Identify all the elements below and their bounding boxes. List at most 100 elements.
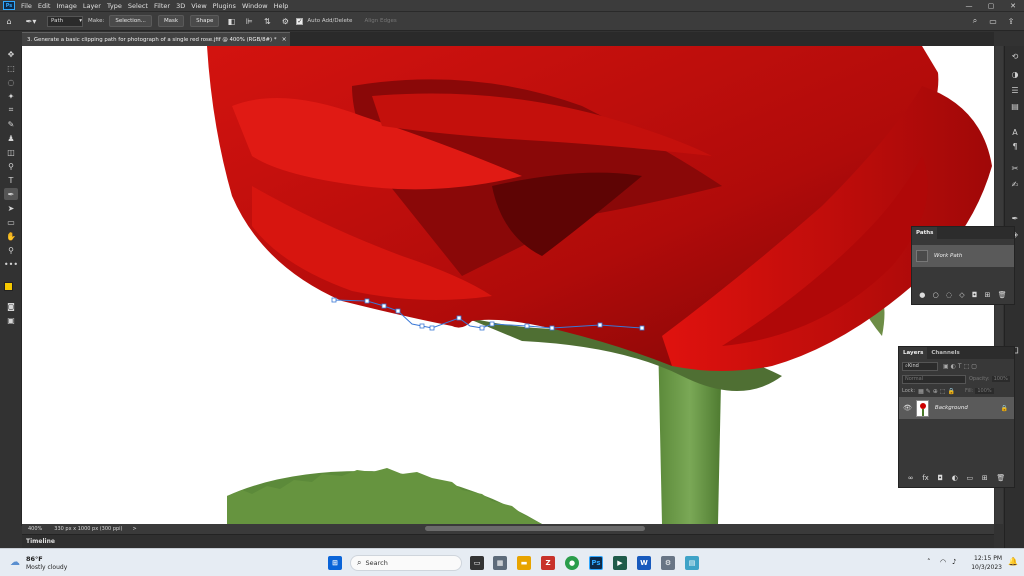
- path-selection-tool-icon[interactable]: ➤: [4, 202, 18, 214]
- add-mask-icon[interactable]: ◘: [972, 291, 978, 299]
- menu-image[interactable]: Image: [53, 2, 79, 10]
- foreground-color-swatch[interactable]: [4, 282, 13, 291]
- trash-icon[interactable]: 🗑: [998, 291, 1007, 299]
- clock-time[interactable]: 12:15 PM: [972, 555, 1002, 562]
- layer-row-background[interactable]: 👁 Background 🔒: [899, 397, 1014, 419]
- system-tray-chevron-icon[interactable]: ˄: [927, 558, 931, 566]
- menu-help[interactable]: Help: [271, 2, 292, 10]
- more-tools-icon[interactable]: •••: [4, 258, 18, 270]
- new-group-icon[interactable]: ▭: [967, 474, 974, 482]
- stroke-path-icon[interactable]: ○: [933, 291, 939, 299]
- menu-filter[interactable]: Filter: [151, 2, 173, 10]
- lock-icon[interactable]: 🔒: [1001, 405, 1008, 412]
- make-work-path-icon[interactable]: ◇: [959, 291, 964, 299]
- path-operations-icon[interactable]: ◧: [225, 15, 237, 27]
- lasso-tool-icon[interactable]: ◌: [4, 76, 18, 88]
- menu-file[interactable]: File: [18, 2, 35, 10]
- paths-icon[interactable]: ✒: [1008, 212, 1022, 224]
- tools-preset-icon[interactable]: ✂: [1008, 162, 1022, 174]
- photoshop-taskbar-icon[interactable]: Ps: [589, 556, 603, 570]
- home-icon[interactable]: ⌂: [3, 15, 15, 27]
- eraser-tool-icon[interactable]: ◫: [4, 146, 18, 158]
- make-shape-button[interactable]: Shape: [190, 15, 220, 27]
- task-view-icon[interactable]: ▭: [470, 556, 484, 570]
- file-explorer-icon[interactable]: ▬: [517, 556, 531, 570]
- maximize-button[interactable]: ▢: [980, 0, 1002, 11]
- libraries-icon[interactable]: ▤: [1008, 100, 1022, 112]
- auto-add-delete-checkbox[interactable]: ✓: [296, 17, 304, 25]
- search-icon[interactable]: ⌕: [969, 15, 981, 27]
- load-selection-icon[interactable]: ◌: [946, 291, 952, 299]
- horizontal-scrollbar[interactable]: [425, 526, 645, 531]
- document-canvas[interactable]: [22, 46, 994, 524]
- timeline-panel[interactable]: Timeline: [22, 534, 994, 548]
- tab-channels[interactable]: Channels: [927, 347, 963, 359]
- clock-date[interactable]: 10/3/2023: [970, 564, 1002, 571]
- close-icon[interactable]: ×: [282, 36, 287, 43]
- tab-paths[interactable]: Paths: [912, 227, 938, 239]
- brush-settings-icon[interactable]: ✍: [1008, 178, 1022, 190]
- brush-tool-icon[interactable]: ✎: [4, 118, 18, 130]
- move-tool-icon[interactable]: ✥: [4, 48, 18, 60]
- rectangle-tool-icon[interactable]: ▭: [4, 216, 18, 228]
- calculator-icon[interactable]: ▦: [493, 556, 507, 570]
- zoom-level[interactable]: 400%: [22, 526, 48, 532]
- tool-mode-select[interactable]: Path ▾: [47, 15, 83, 27]
- fill-path-icon[interactable]: ●: [919, 291, 925, 299]
- type-tool-icon[interactable]: T: [4, 174, 18, 186]
- minimize-button[interactable]: —: [958, 0, 980, 11]
- eye-icon[interactable]: 👁: [903, 404, 912, 412]
- adjustment-layer-icon[interactable]: ◐: [952, 474, 958, 482]
- path-alignment-icon[interactable]: ⊫: [243, 15, 255, 27]
- zoom-tool-icon[interactable]: ⚲: [4, 244, 18, 256]
- settings-icon[interactable]: ⚙: [661, 556, 675, 570]
- layer-filter-kind[interactable]: ⌕ Kind: [902, 361, 938, 371]
- word-icon[interactable]: W: [637, 556, 651, 570]
- weather-temperature[interactable]: 86°F: [26, 555, 43, 563]
- stamp-tool-icon[interactable]: ♟: [4, 132, 18, 144]
- character-icon[interactable]: A: [1008, 126, 1022, 138]
- layer-filter-icons[interactable]: ▣◐T⬚▢: [943, 363, 979, 370]
- menu-plugins[interactable]: Plugins: [210, 2, 239, 10]
- lock-icons[interactable]: ▦✎⊕⬚🔒: [918, 388, 957, 395]
- crop-tool-icon[interactable]: ⌗: [4, 104, 18, 116]
- weather-condition[interactable]: Mostly cloudy: [26, 564, 67, 571]
- document-tab[interactable]: 3. Generate a basic clipping path for ph…: [22, 32, 290, 46]
- path-arrangement-icon[interactable]: ⇅: [261, 15, 273, 27]
- chrome-icon[interactable]: ●: [565, 556, 579, 570]
- path-row-work-path[interactable]: Work Path: [912, 245, 1014, 267]
- filezilla-icon[interactable]: Z: [541, 556, 555, 570]
- marquee-tool-icon[interactable]: ⬚: [4, 62, 18, 74]
- quick-mask-icon[interactable]: ◙: [4, 300, 18, 312]
- share-icon[interactable]: ⇪: [1005, 15, 1017, 27]
- blend-mode-select[interactable]: Normal: [902, 374, 966, 384]
- pen-tool-icon[interactable]: ✒: [4, 188, 18, 200]
- fill-field[interactable]: 100%: [975, 388, 994, 394]
- close-button[interactable]: ✕: [1002, 0, 1024, 11]
- start-icon[interactable]: ⊞: [328, 556, 342, 570]
- menu-window[interactable]: Window: [239, 2, 271, 10]
- add-mask-icon[interactable]: ◘: [938, 474, 944, 482]
- dodge-tool-icon[interactable]: ⚲: [4, 160, 18, 172]
- weather-icon[interactable]: ☁: [10, 557, 20, 568]
- workspace-icon[interactable]: ▭: [987, 15, 999, 27]
- link-layers-icon[interactable]: ∞: [908, 474, 914, 482]
- notifications-icon[interactable]: 🔔: [1008, 557, 1018, 566]
- properties-icon[interactable]: ☰: [1008, 84, 1022, 96]
- pen-tool-preset-icon[interactable]: ✒▾: [21, 15, 41, 27]
- history-icon[interactable]: ⟲: [1008, 50, 1022, 62]
- menu-layer[interactable]: Layer: [80, 2, 104, 10]
- screen-mode-icon[interactable]: ▣: [4, 314, 18, 326]
- tab-layers[interactable]: Layers: [899, 347, 928, 359]
- app-icon[interactable]: ▶: [613, 556, 627, 570]
- status-menu-arrow[interactable]: >: [129, 526, 141, 532]
- wifi-icon[interactable]: ◠: [940, 558, 946, 566]
- volume-icon[interactable]: ♪: [952, 558, 956, 566]
- make-mask-button[interactable]: Mask: [157, 15, 185, 27]
- new-path-icon[interactable]: ⊞: [985, 291, 991, 299]
- adjustments-icon[interactable]: ◑: [1008, 68, 1022, 80]
- magic-wand-tool-icon[interactable]: ✦: [4, 90, 18, 102]
- menu-type[interactable]: Type: [104, 2, 125, 10]
- taskbar-search[interactable]: ⌕ Search: [350, 555, 462, 571]
- new-layer-icon[interactable]: ⊞: [982, 474, 988, 482]
